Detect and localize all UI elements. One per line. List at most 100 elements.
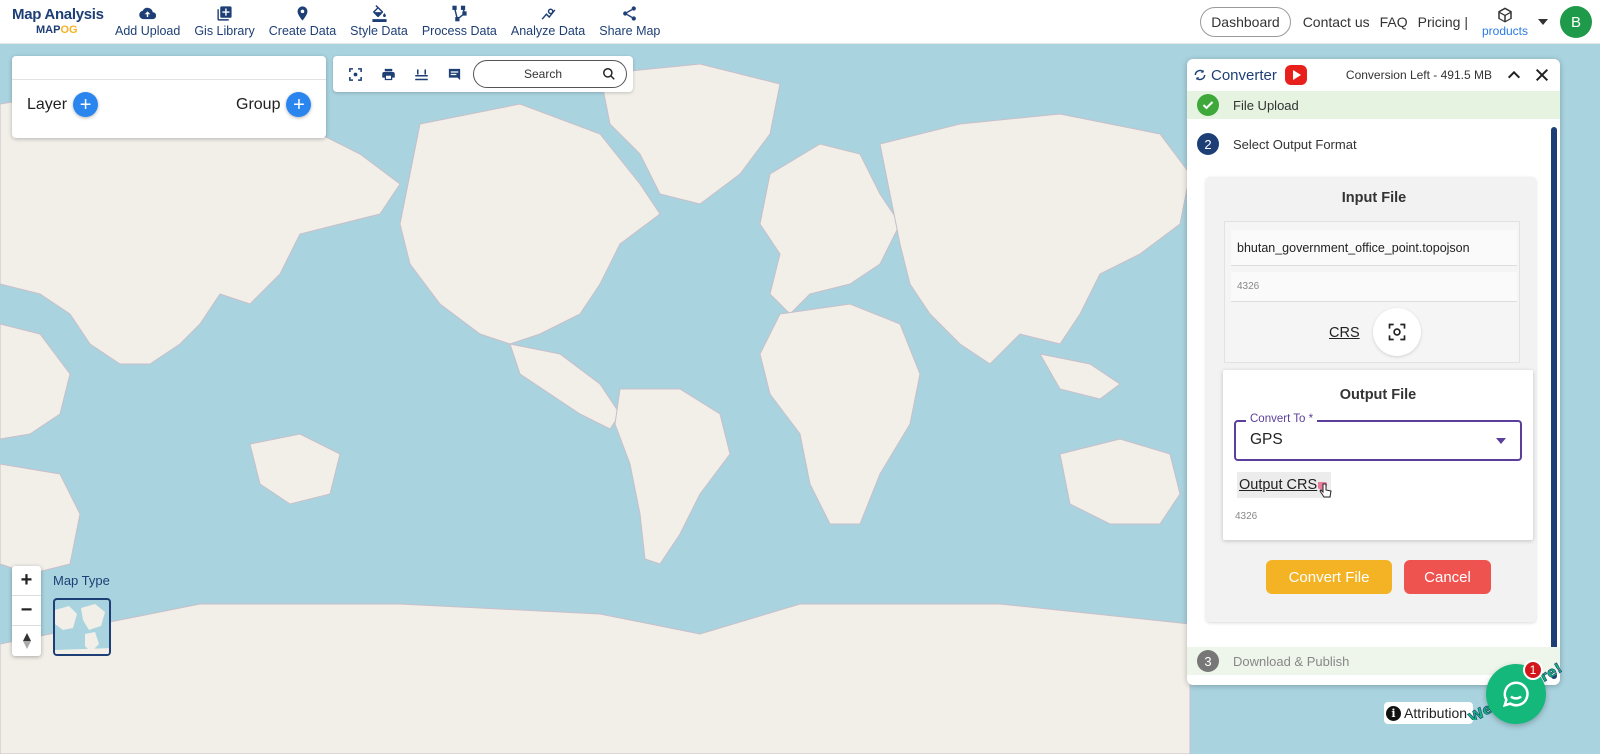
avatar[interactable]: B xyxy=(1560,6,1592,38)
print-icon xyxy=(382,68,395,80)
right-nav: Dashboard Contact us FAQ Pricing | produ… xyxy=(1200,0,1600,44)
add-layer-row: Layer + xyxy=(27,92,99,117)
chat-bubble-icon xyxy=(1502,681,1529,708)
top-navbar: Map Analysis MAPOG Add Upload Gis Librar… xyxy=(0,0,1600,44)
comment-tool[interactable] xyxy=(438,58,471,90)
zoom-control: + − xyxy=(12,566,41,656)
close-icon xyxy=(1535,68,1549,82)
library-add-icon xyxy=(217,6,232,21)
dashboard-button[interactable]: Dashboard xyxy=(1200,7,1291,37)
analytics-icon xyxy=(541,8,555,20)
comment-icon xyxy=(448,68,461,80)
fullscreen-tool[interactable] xyxy=(339,58,372,90)
search-icon[interactable] xyxy=(602,67,616,81)
search-box[interactable] xyxy=(473,60,627,88)
products-label: products xyxy=(1481,24,1528,38)
conversion-left: Conversion Left - 491.5 MB xyxy=(1345,68,1492,82)
zoom-out-button[interactable]: − xyxy=(12,596,41,626)
input-file-title: Input File xyxy=(1341,190,1407,206)
products-menu[interactable]: products xyxy=(1482,6,1528,38)
step-select-output-format[interactable]: 2 Select Output Format xyxy=(1187,131,1560,157)
input-filename-field: bhutan_government_office_point.topojson xyxy=(1231,230,1517,266)
step-label: Select Output Format xyxy=(1233,136,1357,152)
print-tool[interactable] xyxy=(372,58,405,90)
convert-file-button[interactable]: Convert File xyxy=(1266,560,1392,594)
crs-link[interactable]: CRS xyxy=(1329,325,1360,341)
chat-notification-badge: 1 xyxy=(1523,660,1543,680)
search-input[interactable] xyxy=(488,64,598,84)
cube-icon xyxy=(1498,7,1512,23)
contact-link[interactable]: Contact us xyxy=(1303,14,1370,30)
youtube-icon[interactable] xyxy=(1284,65,1307,85)
nav-style-data[interactable]: Style Data xyxy=(343,5,415,38)
converter-panel: Converter Conversion Left - 491.5 MB Fil… xyxy=(1187,59,1560,685)
nav-label: Process Data xyxy=(421,24,497,38)
zoom-in-button[interactable]: + xyxy=(12,566,41,596)
map-type-label: Map Type xyxy=(53,573,110,588)
pricing-link[interactable]: Pricing | xyxy=(1418,14,1468,30)
cancel-button[interactable]: Cancel xyxy=(1404,560,1491,594)
logo[interactable]: Map Analysis MAPOG xyxy=(0,7,108,36)
add-group-button[interactable]: + xyxy=(286,92,312,117)
group-label: Group xyxy=(236,95,281,113)
nav-label: Style Data xyxy=(350,24,408,38)
close-button[interactable] xyxy=(1532,65,1552,85)
output-crs-value: 4326 xyxy=(1235,511,1258,522)
reset-bearing-button[interactable] xyxy=(12,626,41,656)
nav-gis-library[interactable]: Gis Library xyxy=(187,5,261,38)
cloud-upload-icon xyxy=(139,7,157,20)
share-icon xyxy=(623,6,637,21)
map-thumbnail-image xyxy=(55,604,109,654)
logo-title: Map Analysis xyxy=(12,6,104,23)
nav-label: Analyze Data xyxy=(510,24,586,38)
focus-icon xyxy=(1388,323,1406,341)
map-type-thumbnail[interactable] xyxy=(53,598,111,656)
nav-add-upload[interactable]: Add Upload xyxy=(108,5,187,38)
polyline-icon xyxy=(452,5,467,22)
step-number: 2 xyxy=(1197,133,1219,155)
converter-title: Converter xyxy=(1211,66,1277,84)
measure-icon xyxy=(415,69,428,80)
step-number: 3 xyxy=(1197,650,1219,672)
hand-cursor-icon xyxy=(1318,482,1332,498)
output-crs-link[interactable]: Output CRS xyxy=(1237,472,1331,498)
logo-subtitle: MAPOG xyxy=(36,24,78,36)
convert-to-label: Convert To * xyxy=(1246,413,1318,425)
step2-content: Input File bhutan_government_office_poin… xyxy=(1206,177,1536,622)
convert-to-select[interactable]: Convert To * GPS xyxy=(1234,413,1522,461)
nav-label: Add Upload xyxy=(115,24,181,38)
measure-tool[interactable] xyxy=(405,58,438,90)
dropdown-arrow-icon xyxy=(1496,438,1506,444)
sync-icon xyxy=(1194,69,1206,81)
location-pin-icon xyxy=(297,6,308,21)
main-nav: Add Upload Gis Library Create Data Style… xyxy=(108,5,667,38)
focus-icon xyxy=(349,67,362,81)
layer-label: Layer xyxy=(27,95,68,113)
scrollbar[interactable] xyxy=(1551,127,1557,679)
output-file-box: Output File Convert To * GPS Output CRS … xyxy=(1223,370,1533,540)
chevron-down-icon[interactable] xyxy=(1538,19,1548,25)
crs-picker-button[interactable] xyxy=(1373,308,1421,356)
nav-label: Create Data xyxy=(268,24,337,38)
nav-share-map[interactable]: Share Map xyxy=(592,5,667,38)
compass-icon xyxy=(22,633,31,649)
convert-to-value: GPS xyxy=(1250,431,1283,448)
add-group-row: Group + xyxy=(236,92,312,117)
nav-label: Gis Library xyxy=(194,24,255,38)
info-icon: i xyxy=(1386,705,1401,721)
check-icon xyxy=(1197,94,1219,116)
plus-icon: + xyxy=(79,93,92,116)
nav-create-data[interactable]: Create Data xyxy=(262,5,343,38)
converter-header: Converter Conversion Left - 491.5 MB xyxy=(1187,59,1560,91)
collapse-button[interactable] xyxy=(1504,65,1524,85)
layer-panel-header xyxy=(12,56,326,80)
chevron-up-icon xyxy=(1507,70,1521,79)
step-file-upload[interactable]: File Upload xyxy=(1187,91,1560,119)
nav-process-data[interactable]: Process Data xyxy=(415,5,504,38)
faq-link[interactable]: FAQ xyxy=(1380,14,1408,30)
map-toolbar xyxy=(333,56,633,92)
add-layer-button[interactable]: + xyxy=(73,92,99,117)
nav-label: Share Map xyxy=(599,24,661,38)
plus-icon: + xyxy=(293,93,305,116)
nav-analyze-data[interactable]: Analyze Data xyxy=(504,5,592,38)
